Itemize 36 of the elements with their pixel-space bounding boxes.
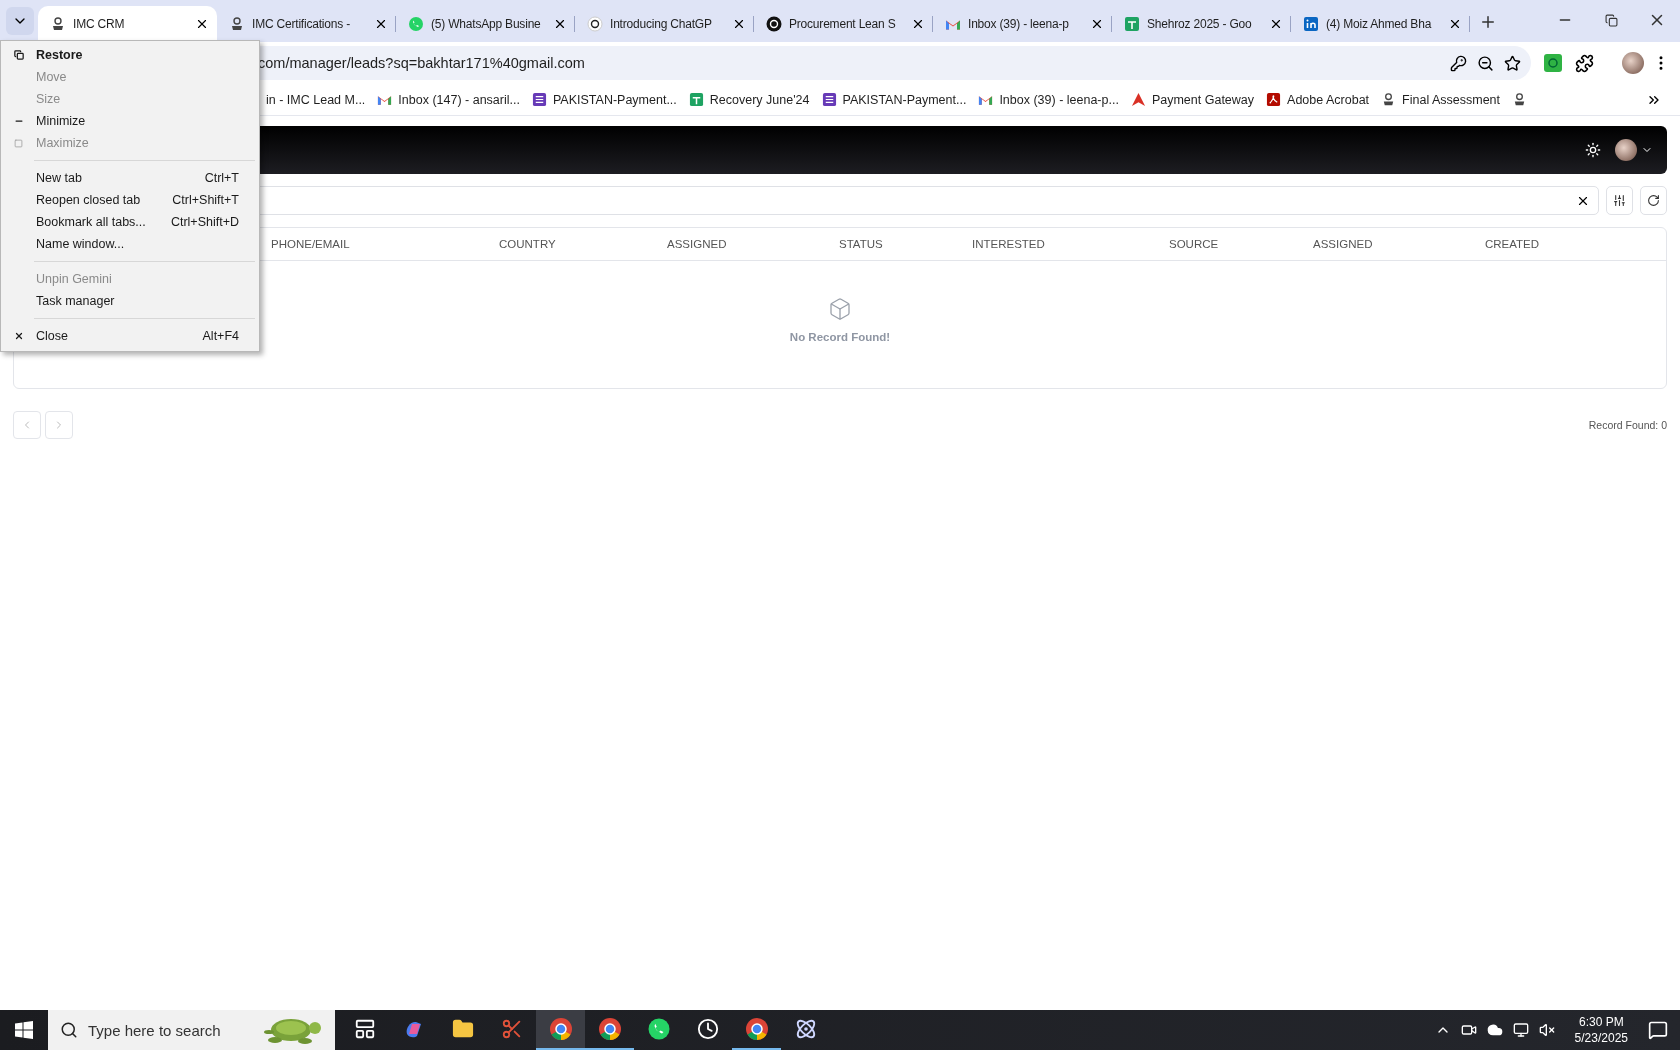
column-header: CREATED: [1485, 238, 1541, 250]
bookmark[interactable]: PAKISTAN-Payment...: [531, 92, 677, 107]
browser-tab[interactable]: Inbox (39) - leena-p: [933, 6, 1112, 42]
bookmark[interactable]: Recovery June'24: [688, 92, 810, 107]
menu-item[interactable]: Task manager: [1, 290, 259, 312]
browser-tab[interactable]: (5) WhatsApp Busine: [396, 6, 575, 42]
column-header: SOURCE: [1169, 238, 1220, 250]
bookmark[interactable]: Inbox (147) - ansaril...: [377, 92, 520, 107]
browser-tab[interactable]: IMC CRM: [38, 6, 217, 42]
bookmark[interactable]: Inbox (39) - leena-p...: [978, 92, 1119, 107]
menu-item[interactable]: Name window...: [1, 233, 259, 255]
menu-item[interactable]: Minimize: [1, 110, 259, 132]
browser-tab[interactable]: IMC Certifications -: [217, 6, 396, 42]
bookmark[interactable]: Payment Gateway: [1130, 92, 1255, 107]
browser-tab[interactable]: Procurement Lean S: [754, 6, 933, 42]
menu-item[interactable]: Bookmark all tabs... Ctrl+Shift+D: [1, 211, 259, 233]
column-header: STATUS: [839, 238, 884, 250]
bookmark[interactable]: PAKISTAN-Payment...: [821, 92, 967, 107]
clock[interactable]: 6:30 PM 5/23/2025: [1574, 1013, 1628, 1047]
column-header: INTERESTED: [972, 238, 1046, 250]
menu-item[interactable]: New tab Ctrl+T: [1, 167, 259, 189]
record-count: Record Found: 0: [1588, 419, 1667, 431]
menu-item[interactable]: Close Alt+F4: [1, 325, 259, 347]
menu-item[interactable]: Reopen closed tab Ctrl+Shift+T: [1, 189, 259, 211]
column-header: PHONE/EMAIL: [271, 238, 351, 250]
browser-tab[interactable]: Introducing ChatGP: [575, 6, 754, 42]
column-header: ASSIGNED: [667, 238, 728, 250]
bookmark[interactable]: Adobe Acrobat: [1266, 92, 1370, 107]
empty-message: No Record Found!: [789, 331, 891, 343]
bookmark[interactable]: Final Assessment: [1381, 92, 1501, 107]
browser-tab[interactable]: Shehroz 2025 - Goo: [1112, 6, 1291, 42]
column-header: COUNTRY: [499, 238, 557, 250]
bookmark[interactable]: in - IMC Lead M...: [266, 92, 366, 107]
column-header: ASSIGNED: [1313, 238, 1374, 250]
browser-tab[interactable]: (4) Moiz Ahmed Bha: [1291, 6, 1470, 42]
taskbar-search-field[interactable]: Type here to search: [48, 1010, 335, 1050]
